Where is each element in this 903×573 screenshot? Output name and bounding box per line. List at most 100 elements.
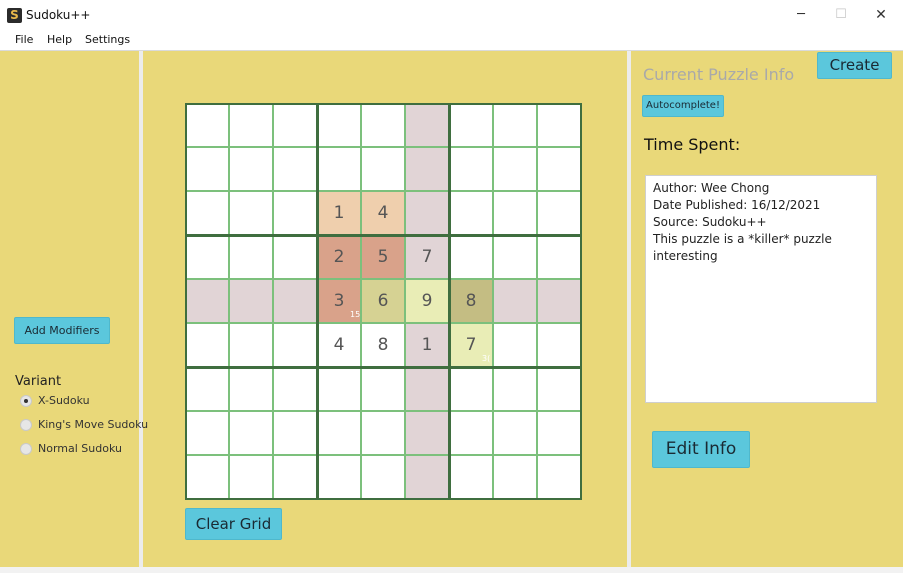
grid-cell-r4-c6[interactable]: 7 bbox=[405, 235, 449, 279]
grid-cell-r6-c4[interactable]: 4 bbox=[317, 323, 361, 367]
radio-unselected-icon[interactable] bbox=[20, 443, 32, 455]
grid-cell-r4-c9[interactable] bbox=[537, 235, 581, 279]
grid-cell-r2-c9[interactable] bbox=[537, 147, 581, 191]
grid-cell-r3-c4[interactable]: 1 bbox=[317, 191, 361, 235]
grid-cell-r5-c6[interactable]: 9 bbox=[405, 279, 449, 323]
minimize-button[interactable]: ─ bbox=[786, 4, 816, 26]
menu-file[interactable]: File bbox=[15, 33, 33, 46]
grid-cell-r7-c4[interactable] bbox=[317, 367, 361, 411]
grid-cell-r5-c2[interactable] bbox=[229, 279, 273, 323]
grid-cell-r9-c5[interactable] bbox=[361, 455, 405, 499]
grid-cell-r3-c8[interactable] bbox=[493, 191, 537, 235]
puzzle-info-textarea[interactable]: Author: Wee Chong Date Published: 16/12/… bbox=[645, 175, 877, 403]
grid-cell-r6-c6[interactable]: 1 bbox=[405, 323, 449, 367]
grid-cell-r6-c8[interactable] bbox=[493, 323, 537, 367]
grid-cell-r4-c8[interactable] bbox=[493, 235, 537, 279]
grid-cell-r2-c5[interactable] bbox=[361, 147, 405, 191]
grid-cell-r1-c1[interactable] bbox=[185, 103, 229, 147]
grid-cell-r3-c3[interactable] bbox=[273, 191, 317, 235]
grid-cell-r8-c8[interactable] bbox=[493, 411, 537, 455]
left-panel bbox=[0, 51, 139, 567]
grid-cell-r4-c7[interactable] bbox=[449, 235, 493, 279]
clear-grid-button[interactable]: Clear Grid bbox=[185, 508, 282, 540]
grid-cell-r3-c6[interactable] bbox=[405, 191, 449, 235]
grid-cell-r8-c4[interactable] bbox=[317, 411, 361, 455]
grid-cell-r2-c8[interactable] bbox=[493, 147, 537, 191]
grid-cell-r5-c3[interactable] bbox=[273, 279, 317, 323]
grid-cell-r7-c1[interactable] bbox=[185, 367, 229, 411]
grid-cell-r9-c1[interactable] bbox=[185, 455, 229, 499]
grid-cell-r2-c7[interactable] bbox=[449, 147, 493, 191]
grid-cell-r8-c9[interactable] bbox=[537, 411, 581, 455]
grid-cell-r9-c3[interactable] bbox=[273, 455, 317, 499]
close-button[interactable]: ✕ bbox=[866, 4, 896, 26]
grid-cell-r1-c5[interactable] bbox=[361, 103, 405, 147]
grid-cell-r9-c7[interactable] bbox=[449, 455, 493, 499]
grid-cell-r9-c4[interactable] bbox=[317, 455, 361, 499]
grid-cell-r2-c6[interactable] bbox=[405, 147, 449, 191]
maximize-button[interactable]: ☐ bbox=[826, 4, 856, 26]
grid-cell-r4-c5[interactable]: 5 bbox=[361, 235, 405, 279]
grid-cell-r3-c2[interactable] bbox=[229, 191, 273, 235]
grid-cell-r2-c2[interactable] bbox=[229, 147, 273, 191]
grid-cell-r8-c2[interactable] bbox=[229, 411, 273, 455]
grid-cell-r7-c3[interactable] bbox=[273, 367, 317, 411]
grid-cell-r5-c8[interactable] bbox=[493, 279, 537, 323]
grid-cell-r5-c7[interactable]: 8 bbox=[449, 279, 493, 323]
grid-cell-r7-c8[interactable] bbox=[493, 367, 537, 411]
cage-sum-label: 15 bbox=[350, 310, 361, 319]
variant-x-sudoku[interactable]: X-Sudoku bbox=[20, 394, 130, 410]
grid-cell-r5-c9[interactable] bbox=[537, 279, 581, 323]
autocomplete-button[interactable]: Autocomplete! bbox=[642, 95, 724, 117]
grid-cell-r3-c1[interactable] bbox=[185, 191, 229, 235]
grid-cell-r8-c7[interactable] bbox=[449, 411, 493, 455]
grid-cell-r9-c8[interactable] bbox=[493, 455, 537, 499]
grid-cell-r3-c9[interactable] bbox=[537, 191, 581, 235]
grid-cell-r1-c9[interactable] bbox=[537, 103, 581, 147]
radio-selected-icon[interactable] bbox=[20, 395, 32, 407]
grid-cell-r9-c9[interactable] bbox=[537, 455, 581, 499]
grid-cell-r1-c4[interactable] bbox=[317, 103, 361, 147]
grid-cell-r7-c5[interactable] bbox=[361, 367, 405, 411]
grid-cell-r4-c2[interactable] bbox=[229, 235, 273, 279]
grid-cell-r4-c4[interactable]: 2 bbox=[317, 235, 361, 279]
grid-cell-r5-c1[interactable] bbox=[185, 279, 229, 323]
grid-cell-r7-c6[interactable] bbox=[405, 367, 449, 411]
grid-cell-r3-c7[interactable] bbox=[449, 191, 493, 235]
grid-cell-r7-c9[interactable] bbox=[537, 367, 581, 411]
create-button[interactable]: Create bbox=[817, 52, 892, 79]
grid-cell-r9-c6[interactable] bbox=[405, 455, 449, 499]
grid-cell-r9-c2[interactable] bbox=[229, 455, 273, 499]
grid-cell-r1-c3[interactable] bbox=[273, 103, 317, 147]
edit-info-button[interactable]: Edit Info bbox=[652, 431, 750, 468]
grid-cell-r2-c1[interactable] bbox=[185, 147, 229, 191]
grid-cell-r4-c3[interactable] bbox=[273, 235, 317, 279]
grid-cell-r8-c6[interactable] bbox=[405, 411, 449, 455]
grid-cell-r6-c9[interactable] bbox=[537, 323, 581, 367]
grid-cell-r1-c6[interactable] bbox=[405, 103, 449, 147]
grid-cell-r7-c2[interactable] bbox=[229, 367, 273, 411]
variant-kings-move-sudoku[interactable]: King's Move Sudoku bbox=[20, 418, 148, 434]
grid-cell-r8-c5[interactable] bbox=[361, 411, 405, 455]
grid-cell-r6-c3[interactable] bbox=[273, 323, 317, 367]
menu-help[interactable]: Help bbox=[47, 33, 72, 46]
info-line-description: This puzzle is a *killer* puzzle bbox=[653, 232, 832, 246]
grid-cell-r7-c7[interactable] bbox=[449, 367, 493, 411]
grid-cell-r2-c4[interactable] bbox=[317, 147, 361, 191]
grid-cell-r5-c5[interactable]: 6 bbox=[361, 279, 405, 323]
add-modifiers-button[interactable]: Add Modifiers bbox=[14, 317, 110, 344]
radio-unselected-icon[interactable] bbox=[20, 419, 32, 431]
grid-cell-r3-c5[interactable]: 4 bbox=[361, 191, 405, 235]
grid-cell-r6-c5[interactable]: 8 bbox=[361, 323, 405, 367]
grid-cell-r4-c1[interactable] bbox=[185, 235, 229, 279]
menu-settings[interactable]: Settings bbox=[85, 33, 130, 46]
grid-cell-r8-c3[interactable] bbox=[273, 411, 317, 455]
grid-cell-r6-c1[interactable] bbox=[185, 323, 229, 367]
grid-cell-r6-c2[interactable] bbox=[229, 323, 273, 367]
variant-normal-sudoku[interactable]: Normal Sudoku bbox=[20, 442, 130, 458]
grid-cell-r1-c8[interactable] bbox=[493, 103, 537, 147]
grid-cell-r1-c7[interactable] bbox=[449, 103, 493, 147]
grid-cell-r2-c3[interactable] bbox=[273, 147, 317, 191]
grid-cell-r8-c1[interactable] bbox=[185, 411, 229, 455]
grid-cell-r1-c2[interactable] bbox=[229, 103, 273, 147]
